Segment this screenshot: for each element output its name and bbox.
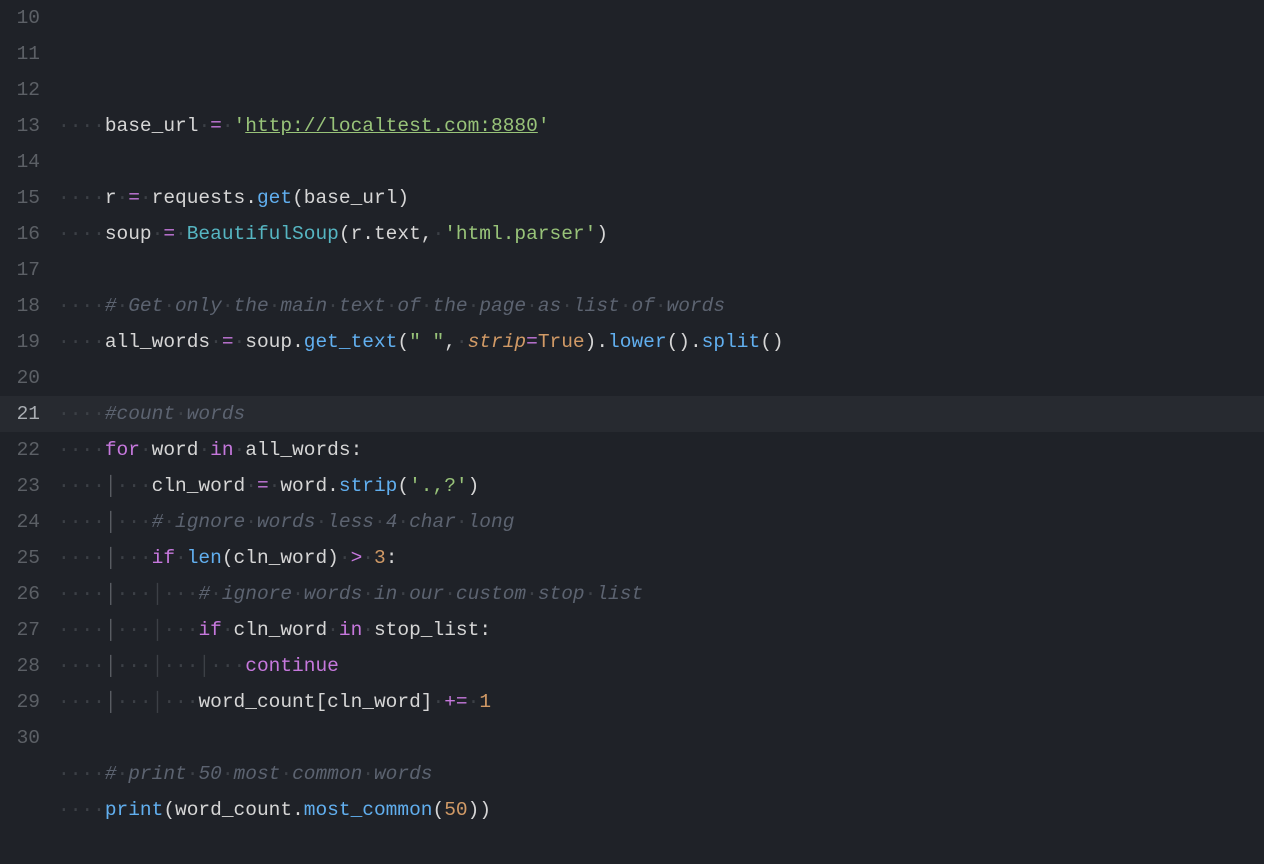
- code-line[interactable]: ····print(word_count.most_common(50)): [58, 792, 1264, 828]
- line-number: 24: [0, 504, 40, 540]
- code-line[interactable]: ····#·Get·only·the·main·text·of·the·page…: [58, 288, 1264, 324]
- line-number: 10: [0, 0, 40, 36]
- code-line[interactable]: [58, 252, 1264, 288]
- code-line[interactable]: ····│···│···word_count[cln_word]·+=·1: [58, 684, 1264, 720]
- line-number: 29: [0, 684, 40, 720]
- code-line[interactable]: ····soup·=·BeautifulSoup(r.text,·'html.p…: [58, 216, 1264, 252]
- line-number: 16: [0, 216, 40, 252]
- code-editor[interactable]: 1011121314151617181920212223242526272829…: [0, 0, 1264, 754]
- line-number: 30: [0, 720, 40, 756]
- line-number: 13: [0, 108, 40, 144]
- code-line[interactable]: ····│···│···#·ignore·words·in·our·custom…: [58, 576, 1264, 612]
- code-line[interactable]: ····base_url·=·'http://localtest.com:888…: [58, 108, 1264, 144]
- code-line[interactable]: ····#·print·50·most·common·words: [58, 756, 1264, 792]
- code-line[interactable]: ····│···│···│···continue: [58, 648, 1264, 684]
- line-number: 25: [0, 540, 40, 576]
- line-number-gutter: 1011121314151617181920212223242526272829…: [0, 0, 58, 754]
- code-area[interactable]: ····base_url·=·'http://localtest.com:888…: [58, 0, 1264, 754]
- code-line[interactable]: ····│···cln_word·=·word.strip('.,?'): [58, 468, 1264, 504]
- line-number: 26: [0, 576, 40, 612]
- code-line[interactable]: [58, 828, 1264, 864]
- code-line[interactable]: ····│···│···if·cln_word·in·stop_list:: [58, 612, 1264, 648]
- code-line[interactable]: ····r·=·requests.get(base_url): [58, 180, 1264, 216]
- code-line[interactable]: ····#count·words: [58, 396, 1264, 432]
- line-number: 18: [0, 288, 40, 324]
- line-number: 21: [0, 396, 40, 432]
- line-number: 11: [0, 36, 40, 72]
- code-line[interactable]: ····│···#·ignore·words·less·4·char·long: [58, 504, 1264, 540]
- line-number: 12: [0, 72, 40, 108]
- code-line[interactable]: ····│···if·len(cln_word)·>·3:: [58, 540, 1264, 576]
- line-number: 15: [0, 180, 40, 216]
- line-number: 28: [0, 648, 40, 684]
- code-line[interactable]: ····all_words·=·soup.get_text(" ",·strip…: [58, 324, 1264, 360]
- line-number: 19: [0, 324, 40, 360]
- line-number: 27: [0, 612, 40, 648]
- line-number: 23: [0, 468, 40, 504]
- line-number: 20: [0, 360, 40, 396]
- code-line[interactable]: [58, 144, 1264, 180]
- line-number: 14: [0, 144, 40, 180]
- line-number: 17: [0, 252, 40, 288]
- code-line[interactable]: ····for·word·in·all_words:: [58, 432, 1264, 468]
- code-line[interactable]: [58, 720, 1264, 756]
- line-number: 22: [0, 432, 40, 468]
- code-line[interactable]: [58, 360, 1264, 396]
